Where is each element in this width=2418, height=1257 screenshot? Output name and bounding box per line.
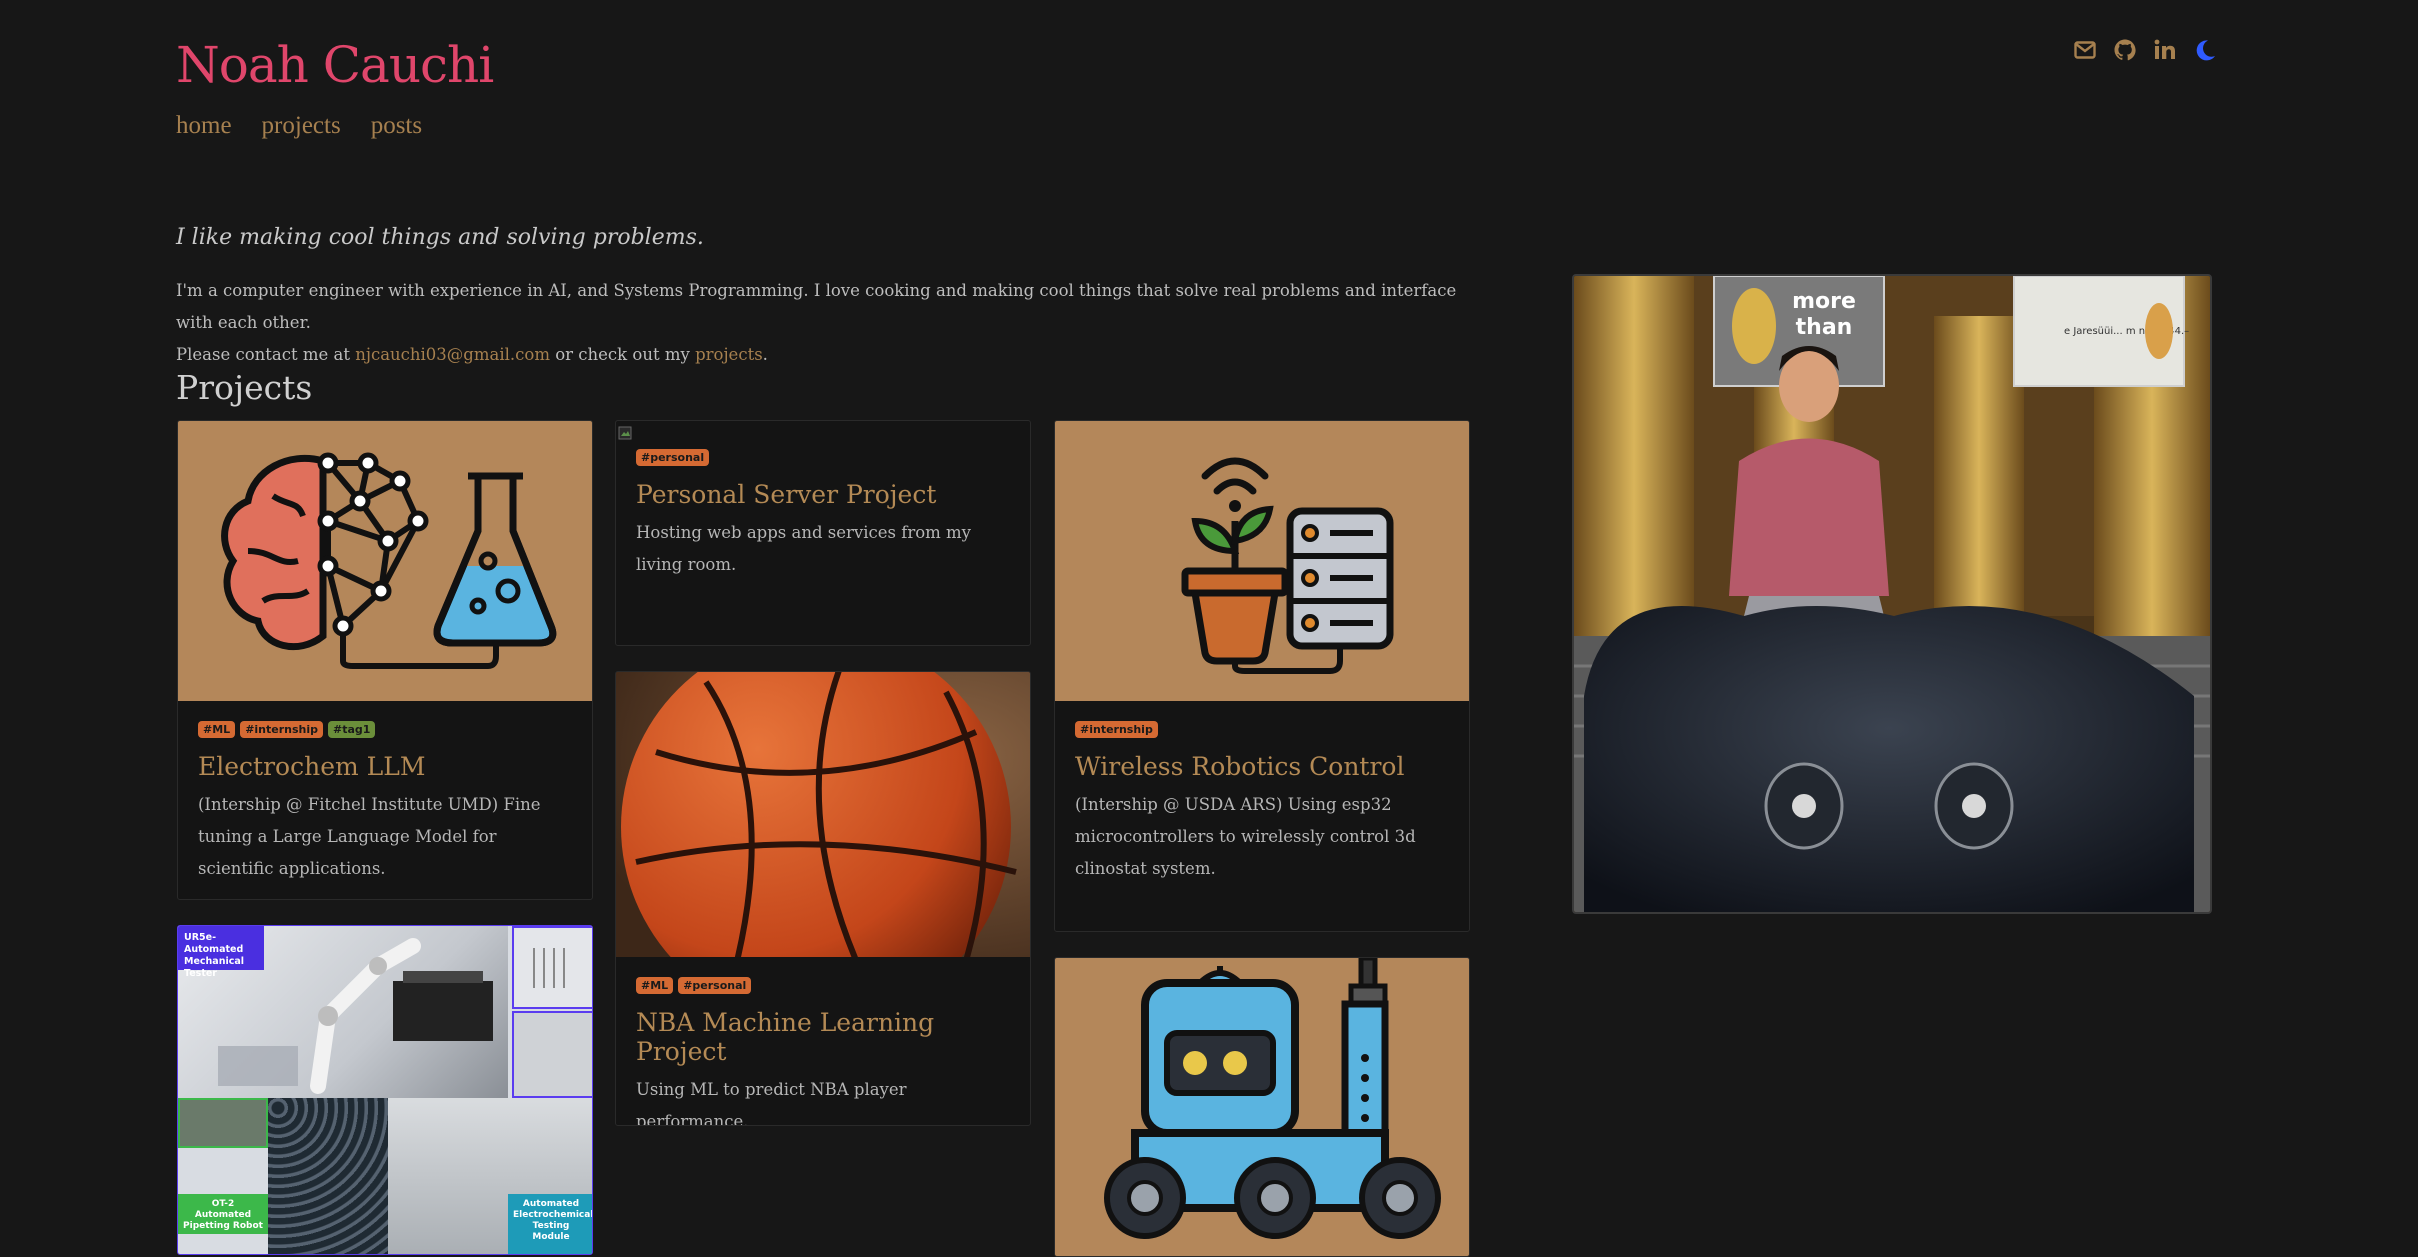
project-description: Hosting web apps and services from my li… (636, 523, 971, 574)
project-description: Using ML to predict NBA player performan… (636, 1080, 907, 1126)
tag[interactable]: #internship (1075, 721, 1158, 738)
project-title[interactable]: Electrochem LLM (198, 752, 572, 781)
nav-projects[interactable]: projects (262, 112, 341, 140)
tag[interactable]: #ML (198, 721, 236, 738)
tag[interactable]: #internship (240, 721, 324, 738)
tag-list: #ML #internship #tag1 (198, 721, 572, 738)
banner-text-than: than (1796, 315, 1853, 340)
project-title[interactable]: Wireless Robotics Control (1075, 752, 1449, 781)
project-card-automation-collage[interactable]: UR5e-Automated Mechanical Tester OT-2 Au… (177, 925, 593, 1255)
profile-photo: more than e Jaresüüi... m nur € 44.– (1572, 274, 2212, 914)
collage-label-ur5e: UR5e-Automated Mechanical Tester (178, 926, 264, 979)
tag-list: #personal (636, 449, 1010, 466)
projects-heading: Projects (176, 368, 313, 407)
nav-posts[interactable]: posts (371, 112, 422, 140)
projects-link[interactable]: projects (695, 345, 763, 364)
tag-list: #ML #personal (636, 977, 1010, 994)
broken-image-icon (618, 425, 632, 440)
collage-label-electrochem-module: Automated Electrochemical Testing Module (508, 1194, 592, 1254)
project-card-personal-server[interactable]: #personal Personal Server Project Hostin… (615, 420, 1031, 646)
wireless-robotics-thumbnail (1055, 421, 1469, 701)
moon-icon[interactable] (2192, 36, 2218, 64)
banner-text-more: more (1792, 289, 1856, 314)
intro-line-2-suffix: . (762, 345, 768, 364)
project-card-wireless-robotics[interactable]: #internship Wireless Robotics Control (I… (1054, 420, 1470, 932)
electrochem-thumbnail (178, 421, 592, 701)
tag[interactable]: #tag1 (328, 721, 376, 738)
tagline: I like making cool things and solving pr… (176, 225, 704, 250)
intro-paragraph: I'm a computer engineer with experience … (176, 275, 1486, 371)
project-title[interactable]: NBA Machine Learning Project (636, 1008, 1010, 1066)
intro-line-2-middle: or check out my (549, 345, 696, 364)
collage-tile-3 (178, 1098, 268, 1148)
project-description: (Intership @ Fitchel Institute UMD) Fine… (198, 795, 541, 878)
basketball-thumbnail (616, 672, 1030, 957)
collage-tile-1 (512, 926, 592, 1009)
profile-photo-illustration: more than e Jaresüüi... m nur € 44.– (1574, 276, 2210, 912)
mail-icon[interactable] (2072, 36, 2098, 64)
main-nav: home projects posts (176, 112, 422, 140)
email-link[interactable]: njcauchi03@gmail.com (355, 345, 550, 364)
plant-server-icon (1181, 457, 1394, 674)
project-title[interactable]: Personal Server Project (636, 480, 1010, 509)
linkedin-icon[interactable] (2152, 36, 2178, 64)
site-title[interactable]: Noah Cauchi (176, 36, 494, 94)
tag[interactable]: #personal (678, 977, 752, 994)
tag[interactable]: #ML (636, 977, 674, 994)
github-icon[interactable] (2112, 36, 2138, 64)
intro-line-1: I'm a computer engineer with experience … (176, 281, 1457, 332)
lab-collage-thumbnail: UR5e-Automated Mechanical Tester OT-2 Au… (178, 926, 592, 1254)
intro-line-2-prefix: Please contact me at (176, 345, 356, 364)
brain-network-flask-icon (221, 452, 557, 669)
project-card-electrochem-llm[interactable]: #ML #internship #tag1 Electrochem LLM (I… (177, 420, 593, 900)
project-description: (Intership @ USDA ARS) Using esp32 micro… (1075, 795, 1416, 878)
tag-list: #internship (1075, 721, 1449, 738)
project-card-nba-ml[interactable]: #ML #personal NBA Machine Learning Proje… (615, 671, 1031, 1126)
collage-tile-2 (512, 1011, 592, 1098)
basketball-icon (616, 672, 1030, 957)
robot-icon (1104, 958, 1441, 1239)
nav-home[interactable]: home (176, 112, 232, 140)
collage-label-ot2: OT-2 Automated Pipetting Robot (178, 1194, 268, 1234)
collage-tile-4 (268, 1098, 388, 1254)
tag[interactable]: #personal (636, 449, 710, 466)
robot-thumbnail (1055, 958, 1469, 1256)
social-icons (2072, 36, 2218, 64)
project-card-robot[interactable] (1054, 957, 1470, 1257)
